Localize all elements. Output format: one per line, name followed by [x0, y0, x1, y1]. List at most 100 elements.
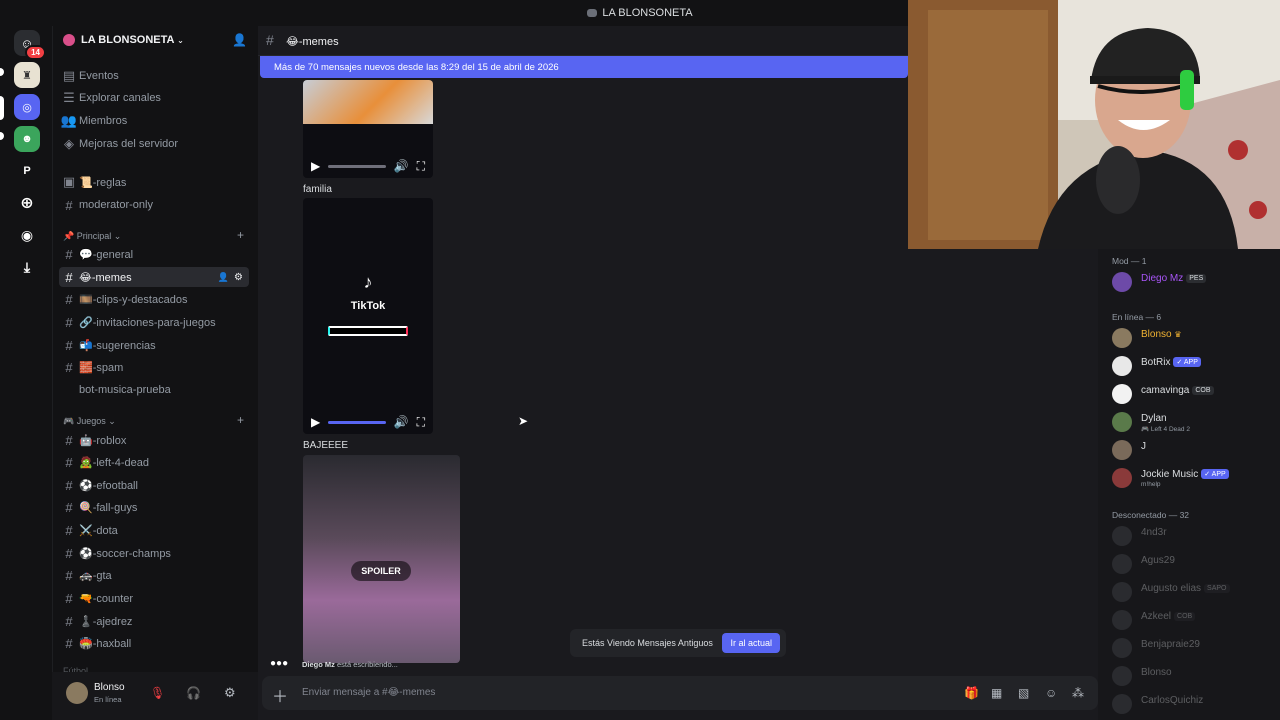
member-item[interactable]: Azkeel COB	[1112, 609, 1272, 633]
user-name: Blonso	[94, 682, 125, 693]
server-icon-blonsoneta[interactable]: ◎	[14, 94, 40, 120]
volume-icon[interactable]: 🔊	[394, 159, 409, 173]
play-icon[interactable]: ▶	[311, 415, 320, 429]
channel-clips[interactable]: # 🎞️-clips-y-destacados	[59, 289, 249, 309]
channel-fall-guys[interactable]: # 🍭-fall-guys	[59, 497, 249, 517]
add-channel-icon[interactable]: +	[237, 413, 244, 427]
member-item[interactable]: J	[1112, 439, 1272, 463]
member-item[interactable]: BotRix ✓ APP	[1112, 355, 1272, 379]
add-channel-icon[interactable]: +	[237, 228, 244, 242]
channel-soccer-champs[interactable]: # ⚽-soccer-champs	[59, 543, 249, 563]
channel-label: 🤖-roblox	[79, 434, 127, 447]
volume-icon[interactable]: 🔊	[394, 415, 409, 429]
channel-bot-musica[interactable]: bot-musica-prueba	[59, 380, 249, 400]
server-header[interactable]: LA BLONSONETA ⌄ 👤	[53, 26, 259, 56]
member-item[interactable]: Blonso	[1112, 665, 1272, 689]
seek-slider[interactable]	[328, 164, 386, 168]
channel-dota[interactable]: # ⚔️-dota	[59, 520, 249, 540]
avatar	[1112, 610, 1132, 630]
member-item[interactable]: Dylan 🎮 Left 4 Dead 2	[1112, 411, 1272, 435]
member-item[interactable]: CarlosQuichiz	[1112, 693, 1272, 717]
member-category-offline: Desconectado — 32	[1112, 510, 1190, 520]
member-item[interactable]: camavinga COB	[1112, 383, 1272, 407]
avatar[interactable]	[66, 682, 88, 704]
jump-to-present-button[interactable]: Ir al actual	[722, 633, 780, 653]
channel-haxball[interactable]: # 🏟️-haxball	[59, 633, 249, 653]
channel-moderator-only[interactable]: # moderator-only	[59, 195, 249, 215]
gear-icon[interactable]: ⚙	[234, 272, 243, 283]
video-embed[interactable]: ♪ TikTok ▶ 🔊 ⛶	[303, 198, 433, 434]
avatar	[1112, 440, 1132, 460]
category-juegos[interactable]: 🎮 Juegos ⌄	[63, 416, 116, 427]
play-icon[interactable]: ▶	[311, 159, 320, 173]
member-category-online: En línea — 6	[1112, 312, 1162, 322]
server-icon-3[interactable]: ☻	[14, 126, 40, 152]
sidebar-item-eventos[interactable]: ▤ Eventos	[59, 66, 249, 86]
channel-ajedrez[interactable]: # ♟️-ajedrez	[59, 611, 249, 631]
invite-icon[interactable]: 👤	[218, 272, 229, 283]
member-tag: PES	[1186, 273, 1207, 283]
channel-general[interactable]: # 💬-general	[59, 244, 249, 264]
member-item[interactable]: Augusto elias SAPO	[1112, 581, 1272, 605]
gear-icon[interactable]: ⚙	[224, 685, 236, 701]
member-item[interactable]: Agus29	[1112, 553, 1272, 577]
member-item[interactable]: Blonso ♛	[1112, 327, 1272, 351]
add-server-icon[interactable]: ⊕	[14, 190, 40, 216]
headphones-icon[interactable]: 🎧	[186, 686, 201, 700]
server-icon-p[interactable]: P	[14, 158, 40, 184]
hash-icon: #	[65, 590, 73, 606]
channel-roblox[interactable]: # 🤖-roblox	[59, 430, 249, 450]
sticker-icon[interactable]: ▧	[1018, 686, 1029, 700]
sidebar-item-mejoras[interactable]: ◈ Mejoras del servidor	[59, 134, 249, 154]
download-icon[interactable]: ⤓	[14, 254, 40, 280]
typing-user: Diego Mz	[302, 660, 335, 669]
book-icon: ▣	[62, 174, 76, 189]
channel-label: 🚓-gta	[79, 569, 112, 582]
channel-efootball[interactable]: # ⚽-efootball	[59, 475, 249, 495]
video-embed[interactable]: ▶ 🔊 ⛶	[303, 80, 433, 178]
member-item[interactable]: Benjapraie29	[1112, 637, 1272, 661]
spoiler-label[interactable]: SPOILER	[351, 561, 411, 581]
category-principal[interactable]: 📌 Principal ⌄	[63, 231, 121, 242]
server-icon-small	[587, 9, 598, 18]
channel-memes[interactable]: # 😂-memes 👤 ⚙	[59, 267, 249, 287]
add-attachment-icon[interactable]: ＋	[272, 683, 288, 707]
gif-icon[interactable]: ▦	[991, 686, 1002, 700]
apps-icon[interactable]: ⁂	[1072, 686, 1084, 700]
server-icon-1[interactable]: ♜	[14, 62, 40, 88]
gift-icon[interactable]: 🎁	[964, 686, 979, 700]
hash-icon: #	[65, 567, 73, 583]
channel-gta[interactable]: # 🚓-gta	[59, 565, 249, 585]
member-item[interactable]: Jockie Music ✓ APP m!help	[1112, 467, 1272, 491]
avatar	[1112, 694, 1132, 714]
mouse-cursor-icon: ➤	[518, 414, 529, 428]
fullscreen-icon[interactable]: ⛶	[417, 415, 425, 430]
emoji-icon[interactable]: ☺	[1045, 686, 1057, 700]
fullscreen-icon[interactable]: ⛶	[417, 159, 425, 174]
channel-sugerencias[interactable]: # 📬-sugerencias	[59, 335, 249, 355]
channel-counter[interactable]: # 🔫-counter	[59, 588, 249, 608]
dm-home-button[interactable]: ☺ 14	[14, 30, 46, 60]
explore-icon[interactable]: ◉	[14, 222, 40, 248]
member-tag: COB	[1174, 611, 1196, 621]
sidebar-item-miembros[interactable]: 👥 Miembros	[59, 111, 249, 131]
member-item[interactable]: 4nd3r	[1112, 525, 1272, 549]
member-name: BotRix	[1141, 357, 1171, 368]
seek-slider[interactable]	[328, 420, 386, 424]
spoiler-image[interactable]: SPOILER	[303, 455, 460, 663]
mic-muted-icon[interactable]: 🎙	[150, 686, 165, 700]
sidebar-item-explorar[interactable]: ☰ Explorar canales	[59, 88, 249, 108]
message-composer[interactable]: ＋ Enviar mensaje a #😂-memes 🎁 ▦ ▧ ☺ ⁂	[262, 676, 1098, 710]
invite-icon[interactable]: 👤	[232, 33, 247, 47]
channel-reglas[interactable]: ▣ 📜-reglas	[59, 172, 249, 192]
user-status: En línea	[94, 695, 122, 704]
new-messages-bar[interactable]: Más de 70 mensajes nuevos desde las 8:29…	[260, 56, 908, 78]
channel-left-4-dead[interactable]: # 🧟-left-4-dead	[59, 452, 249, 472]
typing-indicator: ●●● Diego Mz está escribiendo...	[270, 658, 398, 669]
channel-label: ⚔️-dota	[79, 524, 118, 537]
member-name: 4nd3r	[1141, 527, 1167, 538]
channel-spam[interactable]: # 🧱-spam	[59, 357, 249, 377]
channel-invitaciones[interactable]: # 🔗-invitaciones-para-juegos	[59, 312, 249, 332]
member-item[interactable]: Diego Mz PES	[1112, 271, 1272, 295]
channel-label: 🧟-left-4-dead	[79, 456, 149, 469]
